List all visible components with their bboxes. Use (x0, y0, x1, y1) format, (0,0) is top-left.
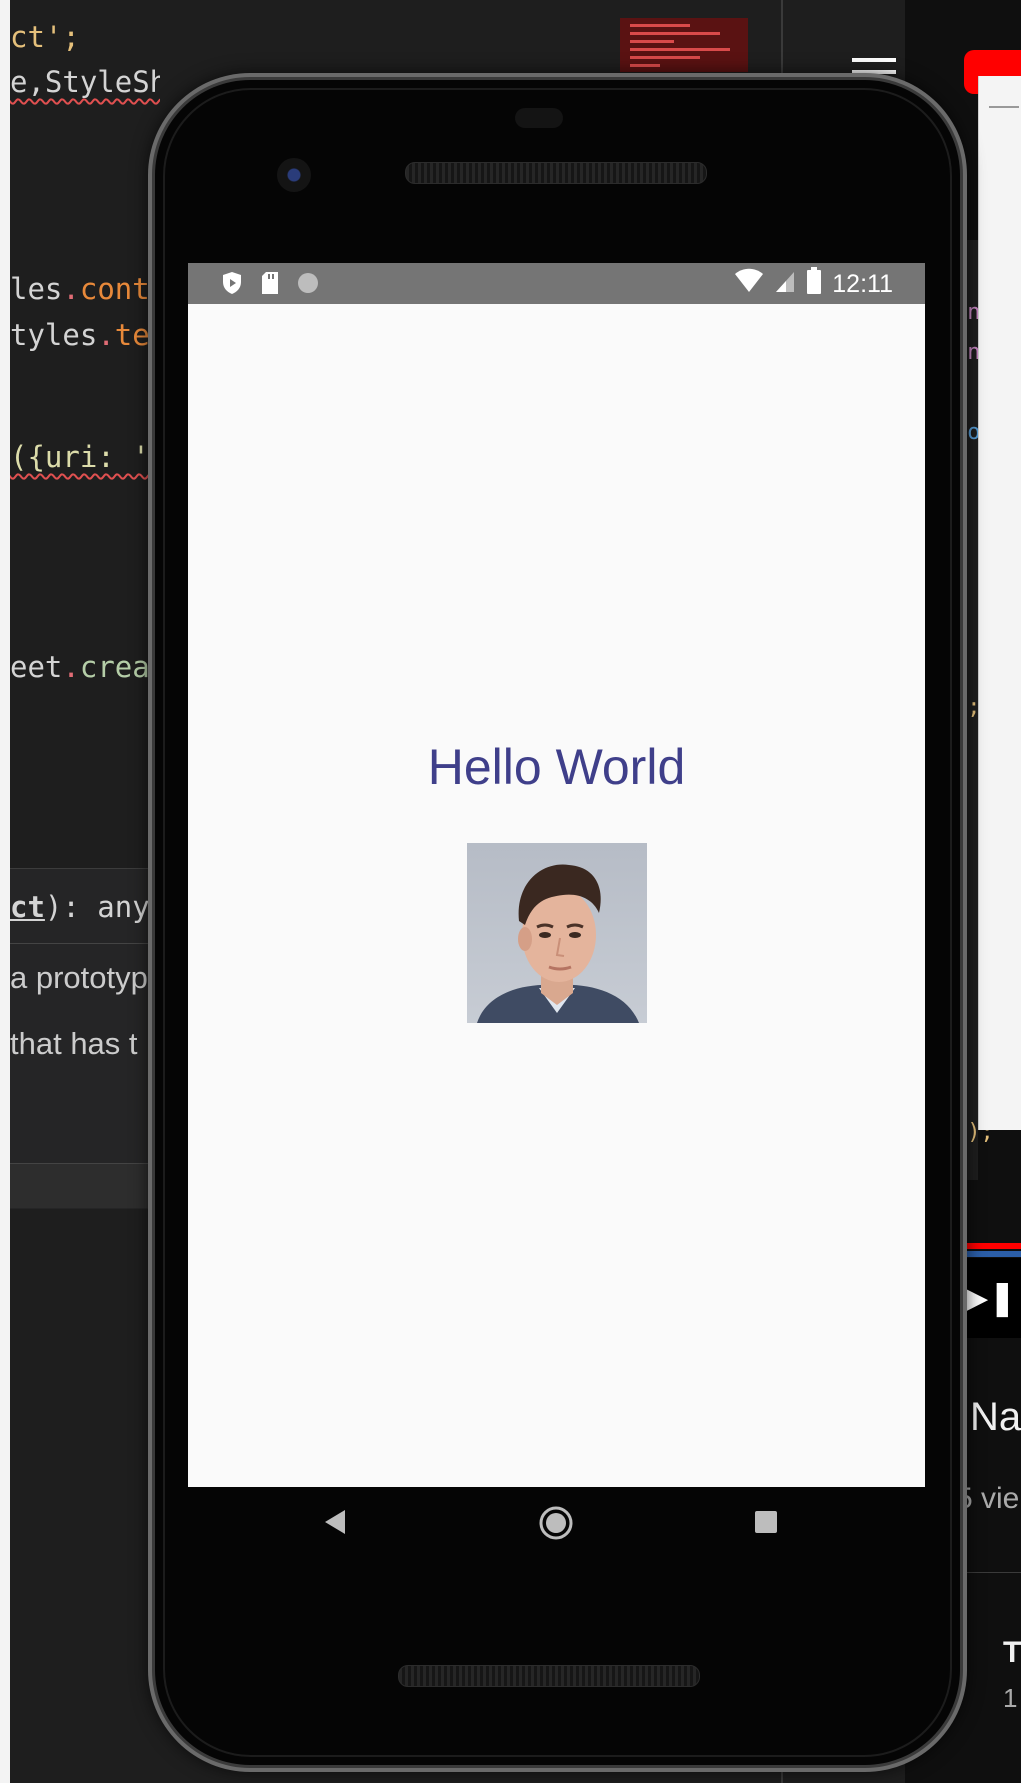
battery-icon (806, 267, 822, 302)
editor-gutter (0, 0, 10, 1783)
code-line: ct'; (10, 20, 80, 54)
video-title[interactable]: Na (970, 1395, 1021, 1440)
code-editor-background: ct'; e,StyleShe les.cont tyles.te ({uri: ' ee… (0, 0, 160, 1783)
phone-screen[interactable]: 12:11 Hello World (188, 263, 925, 1487)
back-icon[interactable] (323, 1509, 347, 1539)
status-bar: 12:11 (188, 263, 925, 304)
hello-world-text: Hello World (427, 739, 686, 795)
video-progress-bar[interactable] (962, 1243, 1021, 1249)
code-line: ({uri: ' (10, 440, 150, 474)
profile-photo (467, 843, 647, 1023)
next-video-icon[interactable]: ▶❚ (962, 1278, 1017, 1318)
channel-subscribers: 1 (1003, 1683, 1018, 1713)
code-line: les.cont (10, 272, 150, 306)
circle-icon (296, 271, 320, 295)
editor-minimap[interactable] (620, 18, 748, 72)
code-line: e,StyleShe (10, 65, 160, 99)
recents-icon[interactable] (753, 1509, 779, 1539)
side-panel (978, 76, 1021, 1130)
cell-signal-icon (774, 268, 796, 301)
front-camera-icon (277, 158, 311, 192)
android-emulator-phone: 12:11 Hello World (155, 80, 960, 1765)
play-protect-icon (220, 271, 244, 295)
tooltip-signature: ct): any (10, 890, 150, 924)
code-line: tyles.te (10, 318, 150, 352)
channel-name[interactable]: T (1003, 1636, 1021, 1670)
earpiece-speaker (405, 162, 707, 184)
video-views: 5 vie (956, 1482, 1020, 1515)
home-icon[interactable] (538, 1505, 574, 1545)
code-line: eet.crea (10, 650, 150, 684)
bottom-speaker (398, 1665, 700, 1687)
proximity-sensor (515, 108, 563, 128)
tooltip-divider (10, 943, 160, 944)
android-nav-bar (188, 1487, 925, 1577)
status-time: 12:11 (832, 270, 893, 298)
sd-card-icon (258, 271, 282, 295)
divider (960, 1572, 1021, 1573)
wifi-icon (734, 268, 764, 301)
tooltip-doc-line: a prototyp (10, 960, 148, 995)
tooltip-doc-line: that has t (10, 1026, 138, 1061)
video-buffer-bar (962, 1251, 1021, 1257)
tooltip-footer (10, 1164, 160, 1208)
